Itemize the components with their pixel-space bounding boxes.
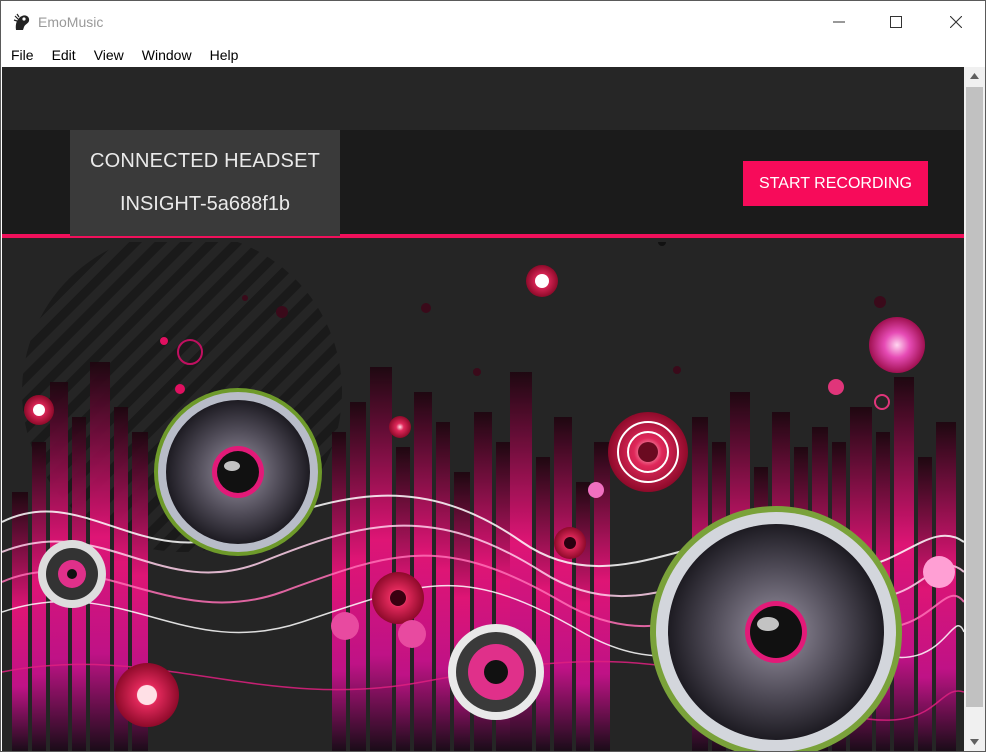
- main-content: CONNECTED HEADSET INSIGHT-5a688f1b START…: [2, 67, 964, 751]
- menu-help[interactable]: Help: [204, 43, 245, 67]
- start-recording-button[interactable]: START RECORDING: [743, 161, 928, 206]
- headset-header: CONNECTED HEADSET INSIGHT-5a688f1b START…: [2, 130, 964, 238]
- menu-bar: File Edit View Window Help: [1, 43, 985, 67]
- close-button[interactable]: [933, 1, 979, 43]
- menu-edit[interactable]: Edit: [46, 43, 82, 67]
- music-speakers-artwork: [2, 242, 964, 751]
- menu-view[interactable]: View: [88, 43, 130, 67]
- menu-file[interactable]: File: [5, 43, 40, 67]
- maximize-button[interactable]: [873, 1, 919, 43]
- headset-status-panel: CONNECTED HEADSET INSIGHT-5a688f1b: [70, 130, 340, 236]
- minimize-button[interactable]: [816, 1, 862, 43]
- title-bar[interactable]: EmoMusic: [1, 1, 985, 43]
- headset-title: CONNECTED HEADSET: [89, 150, 321, 172]
- scroll-up-button[interactable]: [964, 67, 985, 85]
- maximize-icon: [890, 16, 902, 28]
- scroll-thumb[interactable]: [966, 87, 983, 707]
- minimize-icon: [833, 21, 845, 23]
- chevron-up-icon: [970, 73, 979, 79]
- top-band: [2, 67, 964, 130]
- emomusic-app-icon: [13, 13, 30, 30]
- window-title: EmoMusic: [38, 14, 104, 30]
- vertical-scrollbar[interactable]: [964, 67, 985, 751]
- scroll-down-button[interactable]: [964, 733, 985, 751]
- headset-id: INSIGHT-5a688f1b: [119, 193, 291, 215]
- app-window: EmoMusic File Edit View Window Help CONN…: [0, 0, 986, 752]
- menu-window[interactable]: Window: [136, 43, 198, 67]
- chevron-down-icon: [970, 739, 979, 745]
- close-icon: [950, 16, 962, 28]
